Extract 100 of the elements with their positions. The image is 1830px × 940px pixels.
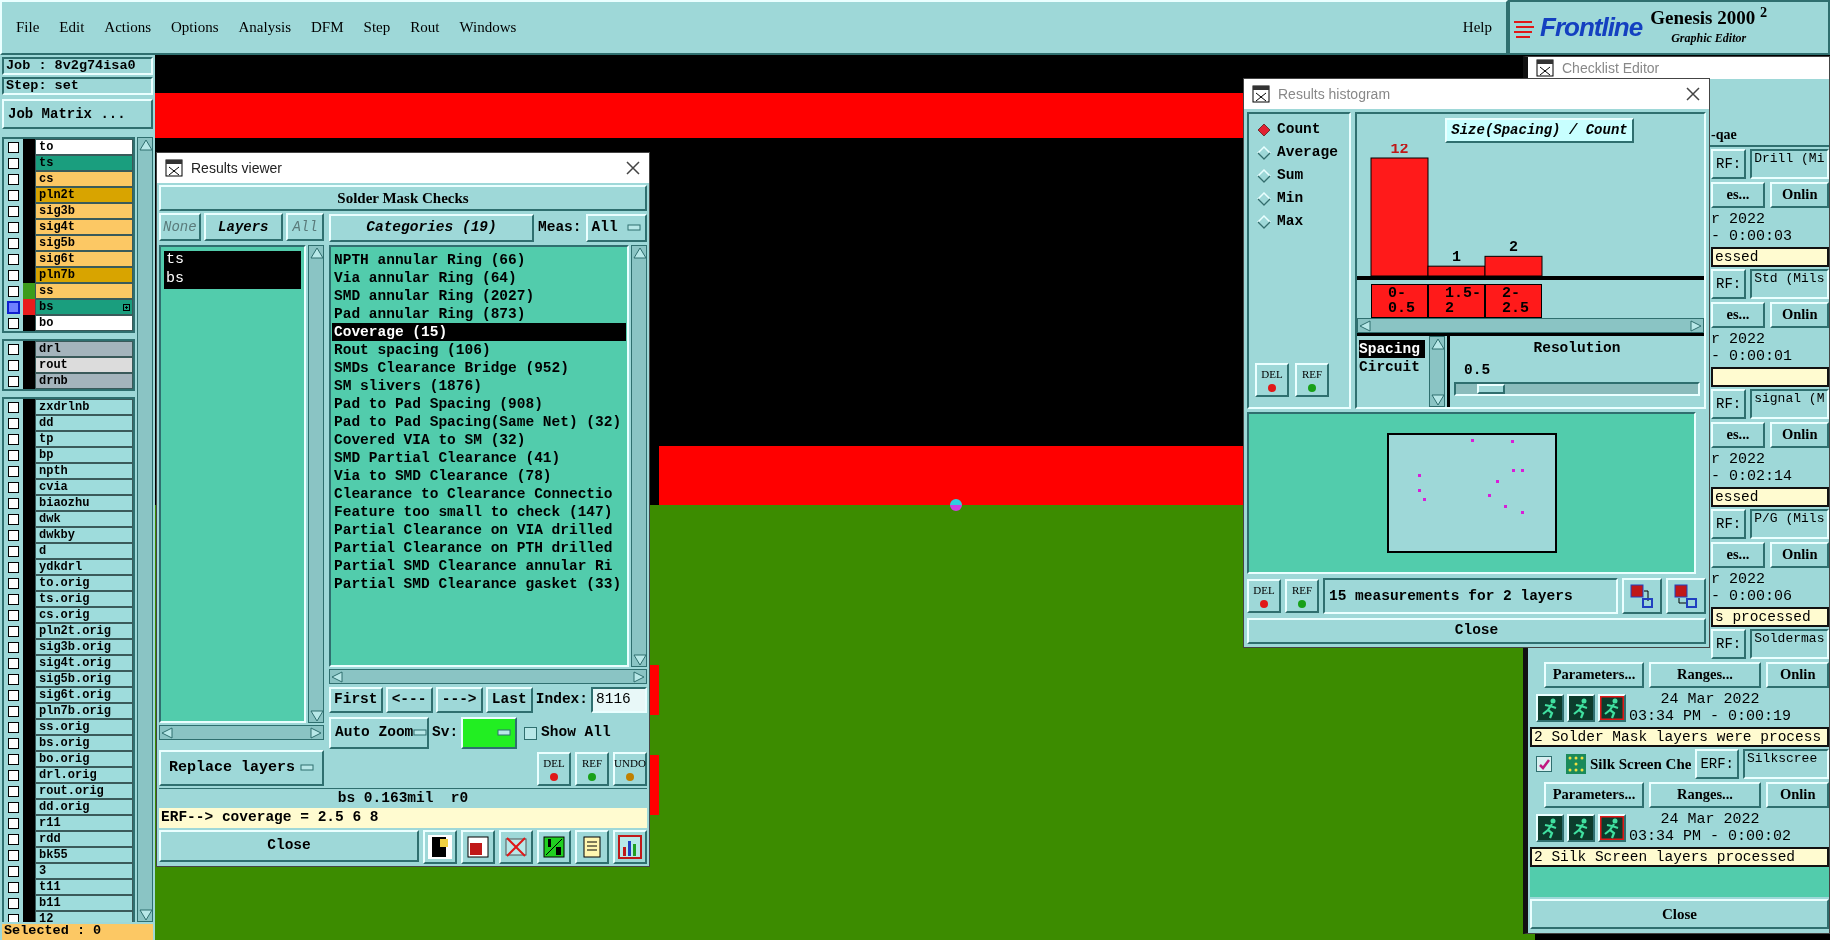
erf-button[interactable]: RF: xyxy=(1711,269,1747,299)
toolbar-button[interactable] xyxy=(613,830,647,864)
check-button[interactable]: Onlin xyxy=(1766,782,1829,808)
layer-checkbox[interactable] xyxy=(8,401,19,413)
category-item[interactable]: SMDs Clearance Bridge (952) xyxy=(332,359,626,377)
run-button[interactable] xyxy=(1536,814,1564,842)
layer-name[interactable]: d xyxy=(35,543,133,559)
category-item[interactable]: Feature too small to check (147) xyxy=(332,503,626,521)
run-button[interactable] xyxy=(1598,694,1626,722)
layer-checkbox[interactable] xyxy=(8,753,19,765)
layer-checkbox[interactable] xyxy=(7,300,20,314)
menu-item[interactable]: Help xyxy=(1462,16,1492,39)
job-matrix-button[interactable]: Job Matrix ... xyxy=(2,99,153,129)
layer-checkbox[interactable] xyxy=(8,641,19,653)
run-button[interactable] xyxy=(1567,814,1595,842)
layer-name[interactable]: bs.orig xyxy=(35,735,133,751)
check-button[interactable]: Parameters... xyxy=(1544,662,1644,688)
category-item[interactable]: Pad to Pad Spacing(Same Net) (32) xyxy=(332,413,626,431)
layer-checkbox[interactable] xyxy=(8,913,19,922)
layer-checkbox[interactable] xyxy=(8,705,19,717)
category-item[interactable]: Coverage (15) xyxy=(332,323,626,341)
category-item[interactable]: Via annular Ring (64) xyxy=(332,269,626,287)
toolbar-button[interactable] xyxy=(1622,578,1662,614)
layer-checkbox[interactable] xyxy=(8,513,19,525)
menu-item[interactable]: Rout xyxy=(410,16,440,39)
layer-checkbox[interactable] xyxy=(8,801,19,813)
filter-button[interactable]: Layers xyxy=(203,213,283,241)
check-button[interactable]: Onlin xyxy=(1766,662,1829,688)
layer-name[interactable]: bo xyxy=(35,315,133,331)
layer-checkbox[interactable] xyxy=(8,205,19,217)
layer-checkbox[interactable] xyxy=(8,657,19,669)
category-item[interactable]: Partial SMD Clearance annular Ri xyxy=(332,557,626,575)
layer-checkbox[interactable] xyxy=(8,593,19,605)
layer-checkbox[interactable] xyxy=(8,359,19,371)
layer-name[interactable]: to.orig xyxy=(35,575,133,591)
close-button[interactable]: Close xyxy=(1247,618,1706,644)
layer-checkbox[interactable] xyxy=(8,561,19,573)
erf-field[interactable]: signal (M xyxy=(1750,389,1829,419)
layer-name[interactable]: sig4t.orig xyxy=(35,655,133,671)
category-item[interactable]: Pad annular Ring (873) xyxy=(332,305,626,323)
scrollbar[interactable] xyxy=(308,245,324,723)
layer-name[interactable]: 3 xyxy=(35,863,133,879)
erf-button[interactable]: ERF: xyxy=(1695,749,1739,779)
attribute-item[interactable]: Spacing xyxy=(1359,340,1425,358)
layer-checkbox[interactable] xyxy=(8,577,19,589)
category-item[interactable]: Pad to Pad Spacing (908) xyxy=(332,395,626,413)
menu-item[interactable]: Actions xyxy=(104,16,151,39)
layer-name[interactable]: tp xyxy=(35,431,133,447)
menu-item[interactable]: DFM xyxy=(311,16,344,39)
scrollbar[interactable] xyxy=(159,725,324,740)
category-item[interactable]: NPTH annular Ring (66) xyxy=(332,251,626,269)
edit-button[interactable]: REF xyxy=(575,752,609,786)
category-item[interactable]: Via to SMD Clearance (78) xyxy=(332,467,626,485)
layer-name[interactable]: to xyxy=(35,139,133,155)
layer-name[interactable]: sig5b.orig xyxy=(35,671,133,687)
layer-name[interactable]: dd.orig xyxy=(35,799,133,815)
check-button[interactable]: Onlin xyxy=(1770,182,1829,208)
layer-checkbox[interactable] xyxy=(8,689,19,701)
category-item[interactable]: Covered VIA to SM (32) xyxy=(332,431,626,449)
layer-checkbox[interactable] xyxy=(8,881,19,893)
arrow-down-icon[interactable] xyxy=(309,708,323,722)
slider-thumb[interactable] xyxy=(1477,383,1506,394)
category-item[interactable]: Partial SMD Clearance gasket (33) xyxy=(332,575,626,593)
category-item[interactable]: SM slivers (1876) xyxy=(332,377,626,395)
layer-checkbox[interactable] xyxy=(8,317,19,329)
erf-field[interactable]: Std (Mils xyxy=(1750,269,1829,299)
layer-name[interactable]: 12 xyxy=(35,911,133,922)
categories-button[interactable]: Categories (19) xyxy=(329,214,534,242)
check-button[interactable]: Onlin xyxy=(1770,422,1829,448)
check-button[interactable]: Onlin xyxy=(1770,302,1829,328)
layer-name[interactable]: drl xyxy=(35,341,133,357)
scrollbar[interactable] xyxy=(1357,318,1704,333)
arrow-left-icon[interactable] xyxy=(1358,319,1372,332)
arrow-right-icon[interactable] xyxy=(632,670,646,683)
edit-button[interactable]: REF xyxy=(1285,579,1319,613)
arrow-down-icon[interactable] xyxy=(1430,392,1444,406)
layer-checkbox[interactable] xyxy=(8,529,19,541)
layer-name[interactable]: t11 xyxy=(35,879,133,895)
layer-name[interactable]: b11 xyxy=(35,895,133,911)
layer-name[interactable]: bs xyxy=(35,299,133,315)
layer-checkbox[interactable] xyxy=(8,433,19,445)
layer-checkbox[interactable] xyxy=(8,737,19,749)
layer-name[interactable]: pln7b xyxy=(35,267,133,283)
layer-name[interactable]: ts.orig xyxy=(35,591,133,607)
color-dropdown[interactable] xyxy=(461,717,518,749)
attribute-item[interactable]: Circuit xyxy=(1359,358,1425,376)
run-button[interactable] xyxy=(1567,694,1595,722)
layer-name[interactable]: r11 xyxy=(35,815,133,831)
dropdown-button[interactable]: Replace layers xyxy=(159,750,324,786)
layer-name[interactable]: rout xyxy=(35,357,133,373)
menu-item[interactable]: Analysis xyxy=(238,16,292,39)
layer-item[interactable]: ts xyxy=(164,251,301,270)
layer-name[interactable]: dwkby xyxy=(35,527,133,543)
radio-option[interactable]: Sum xyxy=(1249,164,1349,187)
layer-name[interactable]: sig3b.orig xyxy=(35,639,133,655)
layer-name[interactable]: drnb xyxy=(35,373,133,389)
menu-item[interactable]: Windows xyxy=(459,16,517,39)
layer-name[interactable]: cs xyxy=(35,171,133,187)
nav-button[interactable]: ---> xyxy=(435,687,483,713)
edit-button[interactable]: UNDO xyxy=(613,752,647,786)
